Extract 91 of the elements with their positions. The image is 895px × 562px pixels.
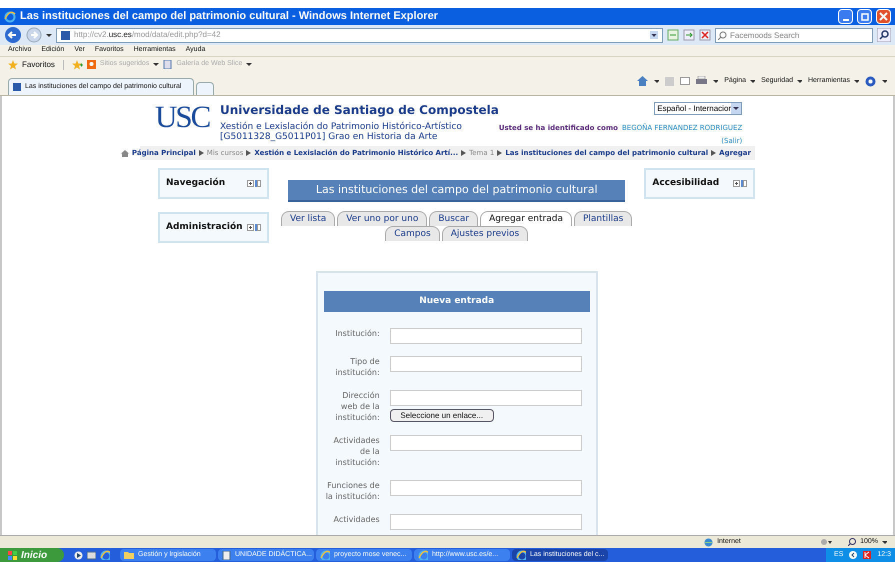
page-icon (61, 30, 70, 40)
separator-icon (497, 150, 502, 156)
close-button[interactable] (876, 9, 891, 24)
search-icon (718, 30, 727, 40)
home-icon (120, 150, 129, 156)
document-icon (222, 550, 231, 560)
desktop-icon[interactable] (87, 550, 96, 560)
stop-icon[interactable] (699, 29, 711, 41)
media-player-icon[interactable] (74, 550, 83, 560)
form-title: Nueva entrada (324, 291, 590, 312)
input-field[interactable] (390, 356, 582, 372)
browser-icon (4, 10, 16, 22)
separator-icon (198, 150, 204, 156)
address-field[interactable]: http://cv2.usc.es/mod/data/edit.php?d=42 (56, 28, 663, 42)
search-icon[interactable] (877, 28, 891, 42)
caret-icon (654, 80, 660, 82)
page-icon (163, 60, 172, 69)
caret-icon (246, 63, 252, 66)
separator-icon (461, 150, 466, 156)
lightbulb-icon (86, 60, 96, 69)
antivirus-icon[interactable] (863, 551, 872, 559)
separator-icon (246, 150, 252, 156)
tab[interactable]: Agregar entrada (480, 211, 572, 226)
activity-title: Las instituciones del campo del patrimonio cultural (288, 180, 626, 202)
block-controls-icon[interactable] (247, 224, 261, 231)
caret-icon (882, 540, 887, 544)
globe-icon (704, 538, 714, 546)
page-icon (13, 83, 21, 91)
close-icon (879, 12, 888, 21)
select-link-button[interactable]: Seleccione un enlace... (390, 409, 494, 422)
input-field[interactable] (390, 435, 582, 451)
caret-icon (796, 80, 802, 82)
field-label: Institución: (334, 328, 380, 340)
caret-icon (153, 63, 160, 66)
site-title: Universidade de Santiago de Compostela (220, 102, 499, 118)
block-title: Accesibilidad (652, 176, 720, 190)
field-label: Tipo de institución: (334, 356, 380, 378)
window-title: Las instituciones del campo del patrimonio cultural - Windows Internet Explorer (20, 9, 439, 24)
tab[interactable]: Buscar (429, 211, 478, 226)
dropdown-icon[interactable] (650, 31, 658, 39)
mail-icon[interactable] (680, 77, 690, 85)
field-label: Dirección web de la institución: (334, 390, 380, 423)
arrow-icon[interactable] (849, 551, 858, 559)
tab[interactable]: Ver lista (281, 211, 336, 226)
minimize-icon (842, 19, 848, 21)
tab[interactable]: Ver uno por uno (337, 211, 428, 226)
favorites-button[interactable]: Favoritos (8, 58, 55, 70)
block-controls-icon[interactable] (733, 180, 748, 187)
input-field[interactable] (390, 514, 582, 530)
course-name: [G5011328_G5011P01] Grao en Historia da Arte (220, 132, 438, 142)
start-button[interactable]: Inicio (0, 548, 64, 562)
caret-icon (854, 80, 859, 82)
new-tab-button[interactable] (196, 82, 214, 95)
caret-icon (882, 80, 887, 82)
search-field[interactable]: Facemoods Search (715, 28, 873, 42)
browser-icon (516, 550, 526, 560)
restore-button[interactable] (857, 9, 872, 24)
field-label: Actividades de la institución: (332, 435, 380, 468)
add-favorite-icon[interactable] (72, 60, 83, 70)
dropdown-icon (731, 103, 742, 114)
restore-icon (860, 12, 868, 20)
block-title: Navegación (166, 176, 226, 190)
separator-icon (711, 150, 716, 156)
browser-icon (320, 550, 330, 560)
tab[interactable]: Ajustes previos (442, 226, 528, 241)
input-field[interactable] (390, 390, 582, 406)
refresh-icon[interactable] (683, 29, 695, 41)
input-field[interactable] (390, 480, 582, 496)
logo-text: USC (155, 102, 210, 132)
tab[interactable]: Plantillas (574, 211, 632, 226)
browser-icon (418, 550, 428, 560)
star-icon (8, 60, 18, 70)
input-field[interactable] (390, 328, 582, 344)
block-title: Administración (166, 220, 244, 234)
dropdown-icon[interactable] (46, 34, 52, 36)
block-controls-icon[interactable] (247, 180, 261, 187)
folder-icon (124, 551, 134, 559)
field-label: Actividades (332, 514, 380, 526)
printer-icon[interactable] (696, 76, 708, 86)
course-name: Xestión e Lexislación do Patrimonio Histórico-Artístico (220, 122, 463, 132)
browser-icon[interactable] (100, 550, 110, 560)
home-icon[interactable] (637, 76, 648, 86)
back-icon[interactable] (4, 26, 22, 44)
windows-logo-icon (8, 550, 17, 560)
caret-icon (713, 80, 718, 82)
language-select[interactable]: Español - Internacior (654, 102, 742, 115)
field-label: Funciones de la institución: (324, 480, 380, 502)
caret-icon (750, 80, 756, 82)
tab[interactable]: Campos (385, 226, 440, 241)
zoom-icon (848, 538, 856, 546)
minimize-button[interactable] (838, 9, 853, 24)
